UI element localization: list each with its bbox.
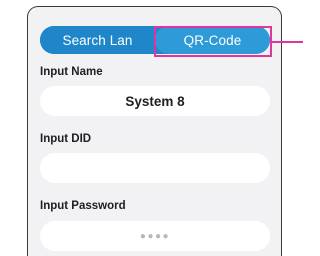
password-input[interactable]: ●●●● xyxy=(40,221,270,251)
name-input-value: System 8 xyxy=(125,93,185,109)
name-input[interactable]: System 8 xyxy=(40,86,270,116)
qr-code-highlight-annotation xyxy=(154,26,272,57)
input-name-label: Input Name xyxy=(40,66,103,78)
did-input[interactable] xyxy=(40,153,270,183)
input-did-label: Input DID xyxy=(40,133,92,145)
screen: Search Lan QR-Code Input Name System 8 I… xyxy=(0,0,303,256)
input-password-label: Input Password xyxy=(40,200,126,212)
tab-search-lan[interactable]: Search Lan xyxy=(40,26,155,54)
callout-line xyxy=(272,41,303,43)
password-input-value: ●●●● xyxy=(139,230,171,242)
